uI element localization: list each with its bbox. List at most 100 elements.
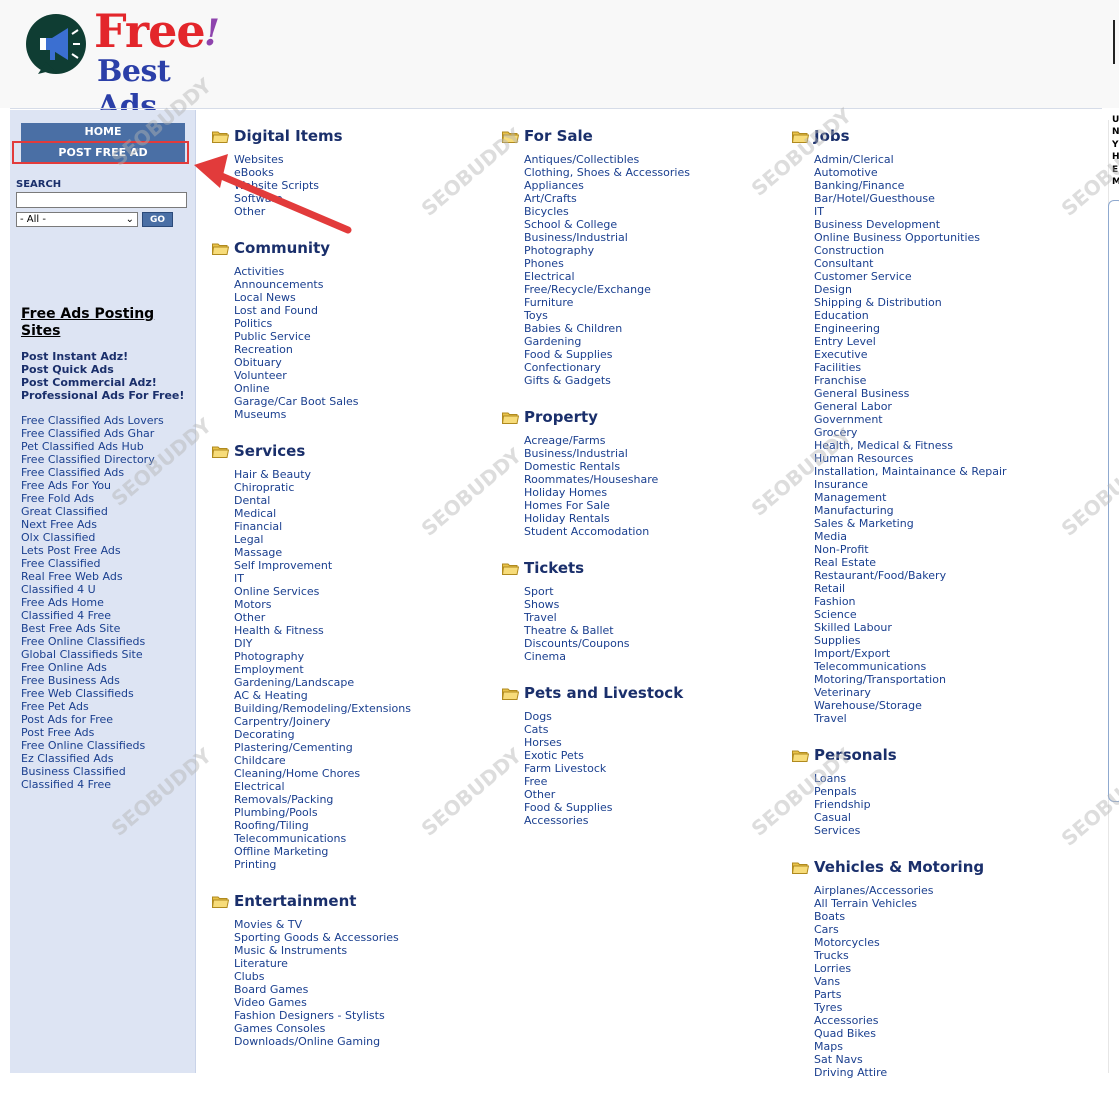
subcategory-link[interactable]: Politics [234, 317, 411, 330]
site-link[interactable]: Free Classified Ads Ghar [21, 427, 164, 440]
subcategory-link[interactable]: AC & Heating [234, 689, 411, 702]
go-button[interactable]: GO [142, 212, 173, 227]
subcategory-link[interactable]: Sat Navs [814, 1053, 1007, 1066]
subcategory-link[interactable]: Electrical [234, 780, 411, 793]
subcategory-link[interactable]: Supplies [814, 634, 1007, 647]
subcategory-link[interactable]: Skilled Labour [814, 621, 1007, 634]
subcategory-link[interactable]: Photography [524, 244, 690, 257]
subcategory-link[interactable]: Clubs [234, 970, 411, 983]
subcategory-link[interactable]: Design [814, 283, 1007, 296]
subcategory-link[interactable]: Gardening [524, 335, 690, 348]
subcategory-link[interactable]: Vans [814, 975, 1007, 988]
subcategory-link[interactable]: Shipping & Distribution [814, 296, 1007, 309]
subcategory-link[interactable]: Self Improvement [234, 559, 411, 572]
subcategory-link[interactable]: Gardening/Landscape [234, 676, 411, 689]
category-title[interactable]: For Sale [524, 127, 593, 145]
subcategory-link[interactable]: Confectionary [524, 361, 690, 374]
subcategory-link[interactable]: Literature [234, 957, 411, 970]
subcategory-link[interactable]: Free [524, 775, 690, 788]
category-title[interactable]: Property [524, 408, 598, 426]
subcategory-link[interactable]: Medical [234, 507, 411, 520]
subcategory-link[interactable]: Babies & Children [524, 322, 690, 335]
subcategory-link[interactable]: Financial [234, 520, 411, 533]
post-link[interactable]: Professional Ads For Free! [21, 389, 184, 402]
subcategory-link[interactable]: Loans [814, 772, 1007, 785]
site-link[interactable]: Ez Classified Ads [21, 752, 164, 765]
subcategory-link[interactable]: Science [814, 608, 1007, 621]
category-title[interactable]: Jobs [814, 127, 850, 145]
site-link[interactable]: Classified 4 Free [21, 609, 164, 622]
subcategory-link[interactable]: Employment [234, 663, 411, 676]
subcategory-link[interactable]: Maps [814, 1040, 1007, 1053]
site-link[interactable]: Classified 4 Free [21, 778, 164, 791]
subcategory-link[interactable]: Admin/Clerical [814, 153, 1007, 166]
subcategory-link[interactable]: Theatre & Ballet [524, 624, 690, 637]
subcategory-link[interactable]: Health, Medical & Fitness [814, 439, 1007, 452]
subcategory-link[interactable]: Services [814, 824, 1007, 837]
subcategory-link[interactable]: Automotive [814, 166, 1007, 179]
site-link[interactable]: Free Online Classifieds [21, 635, 164, 648]
subcategory-link[interactable]: Accessories [524, 814, 690, 827]
subcategory-link[interactable]: Management [814, 491, 1007, 504]
subcategory-link[interactable]: Non-Profit [814, 543, 1007, 556]
subcategory-link[interactable]: Import/Export [814, 647, 1007, 660]
post-link[interactable]: Post Commercial Adz! [21, 376, 184, 389]
subcategory-link[interactable]: Media [814, 530, 1007, 543]
post-link[interactable]: Post Instant Adz! [21, 350, 184, 363]
subcategory-link[interactable]: Plumbing/Pools [234, 806, 411, 819]
subcategory-link[interactable]: Gifts & Gadgets [524, 374, 690, 387]
subcategory-link[interactable]: Public Service [234, 330, 411, 343]
category-title[interactable]: Digital Items [234, 127, 343, 145]
subcategory-link[interactable]: Decorating [234, 728, 411, 741]
subcategory-link[interactable]: Executive [814, 348, 1007, 361]
subcategory-link[interactable]: Acreage/Farms [524, 434, 690, 447]
subcategory-link[interactable]: Online Services [234, 585, 411, 598]
subcategory-link[interactable]: General Business [814, 387, 1007, 400]
subcategory-link[interactable]: Boats [814, 910, 1007, 923]
subcategory-link[interactable]: Cinema [524, 650, 690, 663]
subcategory-link[interactable]: Recreation [234, 343, 411, 356]
subcategory-link[interactable]: Tyres [814, 1001, 1007, 1014]
subcategory-link[interactable]: Activities [234, 265, 411, 278]
subcategory-link[interactable]: Online Business Opportunities [814, 231, 1007, 244]
subcategory-link[interactable]: Offline Marketing [234, 845, 411, 858]
subcategory-link[interactable]: Bicycles [524, 205, 690, 218]
subcategory-link[interactable]: Downloads/Online Gaming [234, 1035, 411, 1048]
site-link[interactable]: Free Web Classifieds [21, 687, 164, 700]
site-link[interactable]: Free Classified Ads [21, 466, 164, 479]
subcategory-link[interactable]: Quad Bikes [814, 1027, 1007, 1040]
subcategory-link[interactable]: Movies & TV [234, 918, 411, 931]
category-title[interactable]: Entertainment [234, 892, 356, 910]
subcategory-link[interactable]: Real Estate [814, 556, 1007, 569]
subcategory-link[interactable]: Casual [814, 811, 1007, 824]
site-link[interactable]: Free Ads For You [21, 479, 164, 492]
subcategory-link[interactable]: All Terrain Vehicles [814, 897, 1007, 910]
site-link[interactable]: Post Ads for Free [21, 713, 164, 726]
subcategory-link[interactable]: Airplanes/Accessories [814, 884, 1007, 897]
subcategory-link[interactable]: Manufacturing [814, 504, 1007, 517]
subcategory-link[interactable]: Sporting Goods & Accessories [234, 931, 411, 944]
category-title[interactable]: Tickets [524, 559, 584, 577]
subcategory-link[interactable]: Parts [814, 988, 1007, 1001]
subcategory-link[interactable]: Food & Supplies [524, 801, 690, 814]
site-link[interactable]: Best Free Ads Site [21, 622, 164, 635]
subcategory-link[interactable]: Telecommunications [234, 832, 411, 845]
subcategory-link[interactable]: Telecommunications [814, 660, 1007, 673]
search-input[interactable] [16, 192, 187, 208]
subcategory-link[interactable]: Roofing/Tiling [234, 819, 411, 832]
subcategory-link[interactable]: Clothing, Shoes & Accessories [524, 166, 690, 179]
subcategory-link[interactable]: Building/Remodeling/Extensions [234, 702, 411, 715]
post-link[interactable]: Post Quick Ads [21, 363, 184, 376]
subcategory-link[interactable]: Warehouse/Storage [814, 699, 1007, 712]
subcategory-link[interactable]: Entry Level [814, 335, 1007, 348]
subcategory-link[interactable]: Museums [234, 408, 411, 421]
subcategory-link[interactable]: Local News [234, 291, 411, 304]
site-link[interactable]: Real Free Web Ads [21, 570, 164, 583]
subcategory-link[interactable]: Horses [524, 736, 690, 749]
category-title[interactable]: Services [234, 442, 305, 460]
subcategory-link[interactable]: Bar/Hotel/Guesthouse [814, 192, 1007, 205]
subcategory-link[interactable]: Other [234, 611, 411, 624]
subcategory-link[interactable]: Music & Instruments [234, 944, 411, 957]
category-title[interactable]: Vehicles & Motoring [814, 858, 984, 876]
subcategory-link[interactable]: Electrical [524, 270, 690, 283]
